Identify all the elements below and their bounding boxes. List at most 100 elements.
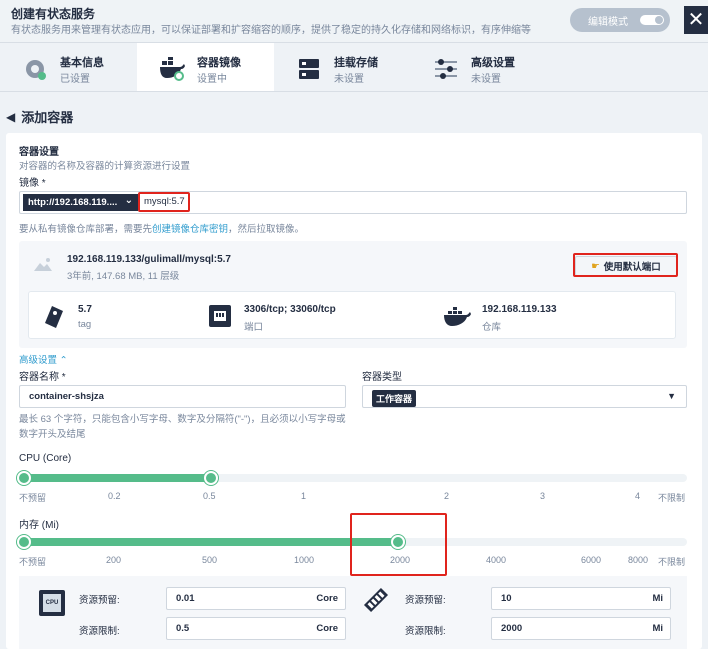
slider-tick-label: 200: [106, 555, 122, 565]
docker-icon: [444, 307, 471, 326]
cpu-reserve-unit: Core: [316, 593, 338, 604]
memory-module-icon: [363, 587, 389, 613]
cpu-limit-handle[interactable]: [203, 471, 218, 485]
slider-tick-label: 8000: [628, 555, 649, 565]
slider-tick-label: 不预留: [19, 557, 47, 567]
hint-suffix: ，然后拉取镜像。: [228, 224, 305, 235]
tag-label: tag: [78, 319, 92, 330]
step-title: 挂载存储: [334, 57, 378, 69]
step-advanced-settings[interactable]: 高级设置 未设置: [411, 43, 548, 91]
highlight-box: [350, 513, 447, 576]
slider-tick-label: 0.5: [203, 491, 216, 501]
image-meta: 3年前, 147.68 MB, 11 层级: [67, 271, 180, 282]
slider-tick-label: 0.2: [108, 491, 121, 501]
chevron-up-icon: ⌃: [59, 355, 68, 366]
container-name-input[interactable]: container-shsjza: [19, 385, 346, 408]
cpu-limit-input[interactable]: 0.5 Core: [166, 617, 346, 640]
step-title: 容器镜像: [197, 57, 241, 69]
caret-down-icon: ▼: [667, 391, 676, 401]
registry-select[interactable]: http://192.168.119.... ⌄: [23, 194, 138, 211]
close-button[interactable]: ✕: [684, 6, 708, 34]
container-type-label: 容器类型: [362, 372, 402, 383]
step-basic-info[interactable]: 基本信息 已设置: [0, 43, 137, 91]
step-container-image[interactable]: 容器镜像 设置中: [137, 43, 274, 91]
image-name: 192.168.119.133/gulimall/mysql:5.7: [67, 254, 231, 265]
container-name-hint: 最长 63 个字符，只能包含小写字母、数字及分隔符("-")，且必须以小写字母或…: [19, 414, 346, 440]
step-title: 基本信息: [60, 57, 104, 69]
slider-tick-label: 3: [540, 491, 546, 501]
memory-limit-unit: Mi: [652, 623, 663, 634]
port-icon: [209, 305, 231, 327]
highlight-box: [138, 192, 190, 212]
edit-mode-label: 编辑模式: [588, 16, 628, 28]
slider-tick-label: 500: [202, 555, 218, 565]
cpu-icon-label: CPU: [43, 594, 61, 612]
step-mount-storage[interactable]: 挂载存储 未设置: [274, 43, 411, 91]
repo-label: 仓库: [482, 322, 502, 333]
section-title: 容器设置: [19, 147, 59, 158]
slider-tick-label: 4000: [486, 555, 507, 565]
cpu-chip-icon: CPU: [39, 590, 65, 616]
container-type-select[interactable]: 工作容器 ▼: [362, 385, 687, 408]
tag-icon: [45, 306, 63, 328]
docker-icon: [160, 57, 185, 81]
modal-header: 创建有状态服务 有状态服务用来管理有状态应用，可以保证部署和扩容缩容的顺序，提供…: [0, 0, 708, 42]
image-details: [28, 291, 676, 339]
gear-icon: [26, 60, 46, 80]
page-title: 添加容器: [21, 110, 74, 125]
arrow-left-icon: ◀: [6, 109, 16, 124]
step-status: 未设置: [334, 74, 364, 85]
slider-tick-label: 不限制: [658, 493, 686, 503]
container-name-label: 容器名称 *: [19, 372, 66, 383]
container-name-value: container-shsjza: [29, 391, 104, 402]
step-status: 未设置: [471, 74, 501, 85]
memory-reserve-unit: Mi: [652, 593, 663, 604]
memory-reserve-handle[interactable]: [17, 535, 31, 549]
registry-hint: 要从私有镜像仓库部署，需要先创建镜像仓库密钥，然后拉取镜像。: [19, 221, 304, 235]
slider-tick-label: 1000: [294, 555, 315, 565]
cpu-reserve-input[interactable]: 0.01 Core: [166, 587, 346, 610]
advanced-settings-toggle[interactable]: 高级设置 ⌃: [19, 352, 68, 366]
wizard-steps: 基本信息 已设置 容器镜像 设置中 挂载存储 未设置 高级设置 未设置: [0, 42, 708, 92]
ports-label: 端口: [244, 322, 264, 333]
ports-value: 3306/tcp; 33060/tcp: [244, 304, 336, 315]
memory-limit-label: 资源限制:: [405, 626, 446, 637]
cpu-reserve-label: 资源预留:: [79, 595, 120, 606]
back-to-container-list[interactable]: ◀ 添加容器: [6, 107, 73, 126]
memory-reserve-label: 资源预留:: [405, 595, 446, 606]
registry-value: http://192.168.119....: [28, 197, 118, 208]
image-label: 镜像 *: [19, 178, 46, 189]
storage-icon: [299, 59, 319, 79]
modal-title: 创建有状态服务: [11, 7, 96, 21]
edit-mode-toggle[interactable]: 编辑模式: [570, 8, 670, 32]
slider-tick-label: 1: [301, 491, 307, 501]
modal-description: 有状态服务用来管理有状态应用，可以保证部署和扩容缩容的顺序，提供了稳定的持久化存…: [11, 25, 531, 36]
chevron-down-icon: ⌄: [124, 195, 133, 206]
cpu-reserve-value: 0.01: [176, 593, 195, 604]
cpu-limit-label: 资源限制:: [79, 626, 120, 637]
advanced-toggle-label: 高级设置: [19, 355, 58, 366]
create-secret-link[interactable]: 创建镜像仓库密钥: [152, 224, 228, 235]
slider-tick-label: 不预留: [19, 493, 47, 503]
image-input-row: http://192.168.119.... ⌄ mysql:5.7: [19, 191, 687, 214]
toggle-switch[interactable]: [640, 15, 664, 25]
memory-limit-input[interactable]: 2000 Mi: [491, 617, 671, 640]
sliders-icon: [435, 59, 457, 79]
section-description: 对容器的名称及容器的计算资源进行设置: [19, 161, 191, 172]
memory-limit-value: 2000: [501, 623, 523, 634]
slider-tick-label: 4: [635, 491, 641, 501]
step-status: 设置中: [197, 74, 227, 85]
slider-tick-label: 6000: [581, 555, 602, 565]
step-status: 已设置: [60, 74, 90, 85]
step-title: 高级设置: [471, 57, 515, 69]
hint-prefix: 要从私有镜像仓库部署，需要先: [19, 224, 153, 235]
repo-value: 192.168.119.133: [482, 304, 557, 315]
slider-tick-label: 2: [444, 491, 450, 501]
slider-tick-label: 不限制: [658, 557, 686, 567]
cpu-reserve-handle[interactable]: [17, 471, 31, 485]
close-icon: ✕: [687, 9, 705, 31]
cpu-limit-unit: Core: [316, 623, 338, 634]
cpu-limit-value: 0.5: [176, 623, 190, 634]
memory-reserve-input[interactable]: 10 Mi: [491, 587, 671, 610]
memory-slider-range: [19, 538, 400, 546]
